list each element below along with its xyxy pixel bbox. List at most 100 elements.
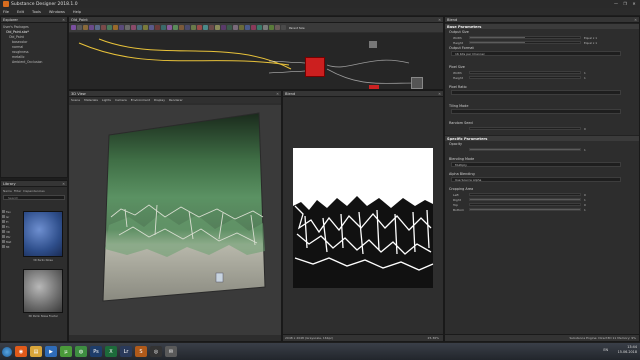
random-seed-value[interactable]: 0 (584, 127, 586, 131)
library-tab-dependencies[interactable]: Dependencies (23, 189, 44, 193)
menu-renderer[interactable]: Renderer (169, 98, 183, 102)
menu-environment[interactable]: Environment (131, 98, 150, 102)
output-height-value[interactable]: Equal x 1 (584, 41, 597, 45)
pixel-height-slider[interactable] (469, 75, 581, 80)
close-button[interactable]: ✕ (630, 1, 638, 6)
pixel-height-value[interactable]: 1 (584, 76, 586, 80)
output-width-slider[interactable] (469, 35, 581, 40)
atomic-node-icon[interactable] (155, 25, 160, 30)
taskbar-lightroom-icon[interactable]: Lr (120, 346, 132, 357)
atomic-node-icon[interactable] (209, 25, 214, 30)
atomic-node-icon[interactable] (239, 25, 244, 30)
output-height-slider[interactable] (469, 40, 581, 45)
blend-node[interactable] (305, 57, 325, 77)
blending-mode-dropdown[interactable]: Multiply (451, 162, 621, 167)
crop-top-value[interactable]: 0 (584, 203, 586, 207)
atomic-node-icon[interactable] (167, 25, 172, 30)
atomic-node-icon[interactable] (281, 25, 286, 30)
atomic-node-icon[interactable] (83, 25, 88, 30)
random-seed-slider[interactable] (469, 126, 581, 131)
graph-node[interactable] (369, 41, 377, 48)
close-icon[interactable]: ✕ (438, 18, 441, 22)
atomic-node-icon[interactable] (227, 25, 232, 30)
crop-left-slider[interactable] (469, 192, 581, 197)
atomic-node-icon[interactable] (143, 25, 148, 30)
taskbar-obs-icon[interactable]: ◎ (150, 346, 162, 357)
atomic-node-icon[interactable] (251, 25, 256, 30)
atomic-node-icon[interactable] (191, 25, 196, 30)
menu-camera[interactable]: Camera (115, 98, 127, 102)
atomic-node-icon[interactable] (149, 25, 154, 30)
output-node[interactable] (411, 77, 423, 89)
output-format-dropdown[interactable]: 16 bits per Channel (451, 51, 621, 56)
atomic-node-icon[interactable] (269, 25, 274, 30)
menu-tools[interactable]: Tools (32, 10, 41, 14)
atomic-node-icon[interactable] (179, 25, 184, 30)
menu-scene[interactable]: Scene (71, 98, 80, 102)
atomic-node-icon[interactable] (95, 25, 100, 30)
parent-size-label[interactable]: Parent Size (289, 26, 305, 30)
graph-canvas[interactable] (69, 33, 443, 89)
taskbar-photoshop-icon[interactable]: Ps (90, 346, 102, 357)
atomic-node-icon[interactable] (107, 25, 112, 30)
atomic-node-icon[interactable] (203, 25, 208, 30)
atomic-node-icon[interactable] (89, 25, 94, 30)
menu-lights[interactable]: Lights (102, 98, 111, 102)
atomic-node-icon[interactable] (77, 25, 82, 30)
crop-bottom-slider[interactable] (469, 207, 581, 212)
atomic-node-icon[interactable] (221, 25, 226, 30)
pixel-width-slider[interactable] (469, 70, 581, 75)
taskbar-explorer-icon[interactable]: ▤ (30, 346, 42, 357)
atomic-node-icon[interactable] (161, 25, 166, 30)
atomic-node-icon[interactable] (257, 25, 262, 30)
close-icon[interactable]: ✕ (62, 182, 65, 186)
perlin-noise-thumbnail[interactable] (23, 211, 63, 257)
atomic-node-icon[interactable] (71, 25, 76, 30)
taskbar-media-icon[interactable]: ▶ (45, 346, 57, 357)
perlin-noise-fractal-thumbnail[interactable] (23, 269, 63, 313)
close-icon[interactable]: ✕ (276, 92, 279, 96)
maximize-button[interactable]: ❐ (621, 1, 629, 6)
library-tab-name[interactable]: Name (3, 189, 12, 193)
alpha-blending-dropdown[interactable]: Use Source Alpha (451, 177, 621, 182)
menu-materials[interactable]: Materials (84, 98, 98, 102)
minimize-button[interactable]: — (612, 1, 620, 6)
close-icon[interactable]: ✕ (634, 18, 637, 22)
atomic-node-icon[interactable] (125, 25, 130, 30)
atomic-node-icon[interactable] (131, 25, 136, 30)
atomic-node-icon[interactable] (185, 25, 190, 30)
menu-windows[interactable]: Windows (49, 10, 65, 14)
close-icon[interactable]: ✕ (438, 92, 441, 96)
clock-date[interactable]: 15.06.2018 (618, 350, 637, 355)
library-tab-filter[interactable]: Filter (14, 189, 21, 193)
atomic-node-icon[interactable] (197, 25, 202, 30)
atomic-node-icon[interactable] (245, 25, 250, 30)
atomic-node-icon[interactable] (263, 25, 268, 30)
crop-right-value[interactable]: 1 (584, 198, 586, 202)
atomic-node-icon[interactable] (101, 25, 106, 30)
taskbar-substance-icon[interactable]: S (135, 346, 147, 357)
library-category[interactable]: Mt (2, 244, 16, 249)
pixel-ratio-dropdown[interactable] (451, 90, 621, 95)
crop-right-slider[interactable] (469, 197, 581, 202)
2d-viewport[interactable] (283, 98, 443, 332)
taskbar-excel-icon[interactable]: X (105, 346, 117, 357)
crop-top-slider[interactable] (469, 202, 581, 207)
tree-item-output[interactable]: Ambient_Occlusion (3, 60, 65, 65)
taskbar-chrome-icon[interactable]: ◍ (75, 346, 87, 357)
atomic-node-icon[interactable] (113, 25, 118, 30)
crop-bottom-value[interactable]: 1 (584, 208, 586, 212)
opacity-slider[interactable] (469, 147, 581, 152)
atomic-node-icon[interactable] (215, 25, 220, 30)
3d-viewport[interactable] (69, 105, 281, 335)
start-button[interactable] (2, 346, 12, 357)
atomic-node-icon[interactable] (137, 25, 142, 30)
library-search-input[interactable]: Search (3, 195, 65, 200)
atomic-node-icon[interactable] (275, 25, 280, 30)
taskbar-utorrent-icon[interactable]: µ (60, 346, 72, 357)
atomic-node-icon[interactable] (233, 25, 238, 30)
taskbar-chat-icon[interactable]: ✉ (165, 346, 177, 357)
atomic-node-icon[interactable] (119, 25, 124, 30)
close-icon[interactable]: ✕ (62, 18, 65, 22)
pixel-width-value[interactable]: 1 (584, 71, 586, 75)
